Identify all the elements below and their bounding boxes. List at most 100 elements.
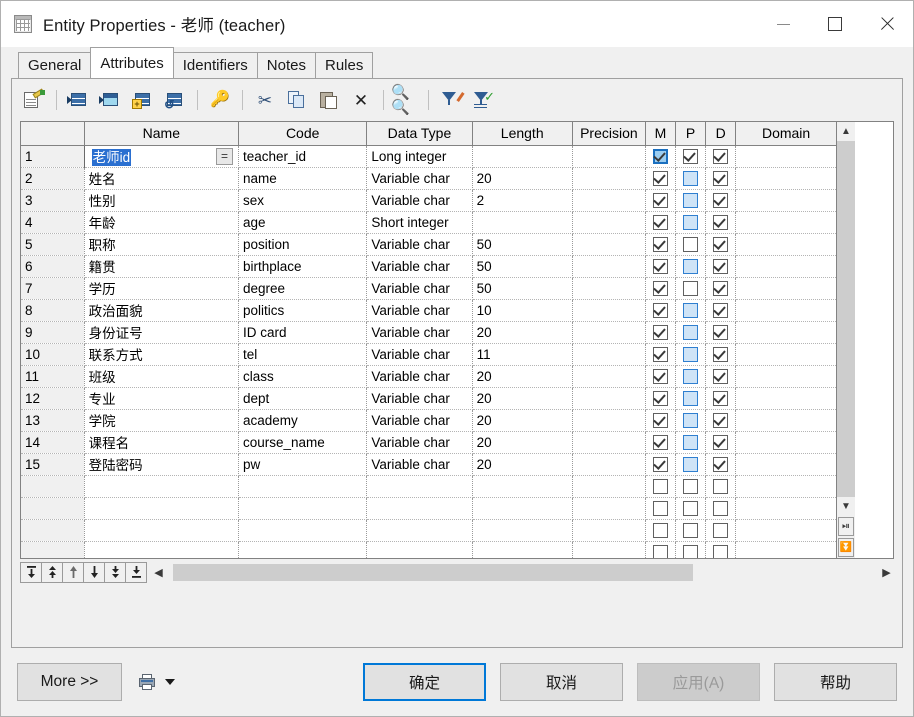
displayed-checkbox[interactable]	[713, 457, 728, 472]
cell-displayed[interactable]	[706, 189, 736, 211]
cell-length[interactable]: 11	[472, 343, 572, 365]
help-button[interactable]: 帮助	[774, 663, 897, 701]
cell-primary[interactable]	[676, 189, 706, 211]
table-row[interactable]: 6籍贯birthplaceVariable char50	[21, 255, 836, 277]
tab-general[interactable]: General	[18, 52, 91, 78]
cell-name[interactable]	[84, 541, 238, 559]
displayed-checkbox[interactable]	[713, 479, 728, 494]
cell-precision[interactable]	[572, 453, 645, 475]
cell-primary[interactable]	[676, 475, 706, 497]
horizontal-scrollbar[interactable]: ◀ ▶	[151, 563, 894, 582]
vertical-scrollbar[interactable]: ▲ ▼ ⏯ ⏬	[836, 122, 855, 558]
cell-mandatory[interactable]	[645, 277, 675, 299]
mandatory-checkbox[interactable]	[653, 501, 668, 516]
table-row[interactable]: 14课程名course_nameVariable char20	[21, 431, 836, 453]
cell-mandatory[interactable]	[645, 409, 675, 431]
cell-displayed[interactable]	[706, 277, 736, 299]
cell-mandatory[interactable]	[645, 211, 675, 233]
cell-code[interactable]	[239, 541, 367, 559]
cell-name[interactable]: 学院	[84, 409, 238, 431]
cell-datatype[interactable]: Variable char	[367, 431, 472, 453]
cell-datatype[interactable]	[367, 475, 472, 497]
cell-name[interactable]: 班级	[84, 365, 238, 387]
cell-mandatory[interactable]	[645, 233, 675, 255]
delete-button[interactable]: ✕	[346, 85, 376, 115]
displayed-checkbox[interactable]	[713, 325, 728, 340]
mandatory-checkbox[interactable]	[653, 237, 668, 252]
mandatory-checkbox[interactable]	[653, 193, 668, 208]
col-header-displayed[interactable]: D	[706, 122, 736, 145]
cell-mandatory[interactable]	[645, 189, 675, 211]
primary-checkbox[interactable]	[683, 237, 698, 252]
tab-notes[interactable]: Notes	[257, 52, 316, 78]
name-input[interactable]: 老师id	[89, 146, 216, 166]
scroll-right-button[interactable]: ▶	[879, 563, 894, 582]
cell-length[interactable]: 20	[472, 387, 572, 409]
scroll-up-button[interactable]: ▲	[837, 122, 855, 141]
cell-primary[interactable]	[676, 167, 706, 189]
cell-domain[interactable]	[736, 233, 836, 255]
cell-code[interactable]: degree	[239, 277, 367, 299]
cell-displayed[interactable]	[706, 365, 736, 387]
cell-datatype[interactable]	[367, 519, 472, 541]
cell-datatype[interactable]: Variable char	[367, 321, 472, 343]
cell-precision[interactable]	[572, 409, 645, 431]
mandatory-checkbox[interactable]	[653, 303, 668, 318]
cell-precision[interactable]	[572, 475, 645, 497]
cell-primary[interactable]	[676, 519, 706, 541]
cell-domain[interactable]	[736, 431, 836, 453]
table-row[interactable]: 4年龄ageShort integer	[21, 211, 836, 233]
cell-displayed[interactable]	[706, 255, 736, 277]
table-row[interactable]	[21, 541, 836, 559]
cell-precision[interactable]	[572, 387, 645, 409]
cell-name[interactable]: 籍贯	[84, 255, 238, 277]
scroll-to-top-button[interactable]: ⏯	[838, 517, 854, 536]
cell-name[interactable]: 职称	[84, 233, 238, 255]
cell-domain[interactable]	[736, 255, 836, 277]
paste-button[interactable]	[314, 85, 344, 115]
mandatory-checkbox[interactable]	[653, 281, 668, 296]
add-row-button[interactable]	[96, 85, 126, 115]
cell-length[interactable]: 20	[472, 431, 572, 453]
cell-length[interactable]	[472, 497, 572, 519]
table-row[interactable]	[21, 497, 836, 519]
insert-row-button[interactable]	[64, 85, 94, 115]
add-object-button[interactable]: +	[128, 85, 158, 115]
cell-precision[interactable]	[572, 277, 645, 299]
displayed-checkbox[interactable]	[713, 501, 728, 516]
cell-datatype[interactable]	[367, 541, 472, 559]
displayed-checkbox[interactable]	[713, 347, 728, 362]
cell-mandatory[interactable]	[645, 299, 675, 321]
cell-mandatory[interactable]	[645, 541, 675, 559]
cell-displayed[interactable]	[706, 145, 736, 167]
cell-primary[interactable]	[676, 343, 706, 365]
row-header[interactable]: 14	[21, 431, 84, 453]
apply-filter-button[interactable]: ✓	[468, 85, 498, 115]
cell-length[interactable]	[472, 519, 572, 541]
cell-code[interactable]: teacher_id	[239, 145, 367, 167]
cell-name[interactable]: 身份证号	[84, 321, 238, 343]
table-row[interactable]: 15登陆密码pwVariable char20	[21, 453, 836, 475]
displayed-checkbox[interactable]	[713, 303, 728, 318]
cell-domain[interactable]	[736, 387, 836, 409]
displayed-checkbox[interactable]	[713, 545, 728, 559]
row-header[interactable]	[21, 541, 84, 559]
mandatory-checkbox[interactable]	[653, 545, 668, 559]
primary-key-button[interactable]: 🔑	[205, 85, 235, 115]
row-header[interactable]: 3	[21, 189, 84, 211]
cell-datatype[interactable]: Variable char	[367, 365, 472, 387]
cell-mandatory[interactable]	[645, 387, 675, 409]
cell-displayed[interactable]	[706, 211, 736, 233]
cell-displayed[interactable]	[706, 321, 736, 343]
table-row[interactable]: 11班级classVariable char20	[21, 365, 836, 387]
cell-length[interactable]: 20	[472, 321, 572, 343]
mandatory-checkbox[interactable]	[653, 435, 668, 450]
move-up-button[interactable]	[62, 562, 84, 583]
cell-mandatory[interactable]	[645, 255, 675, 277]
cell-primary[interactable]	[676, 453, 706, 475]
cell-code[interactable]: tel	[239, 343, 367, 365]
primary-checkbox[interactable]	[683, 347, 698, 362]
cell-length[interactable]: 50	[472, 277, 572, 299]
table-row[interactable]: 3性别sexVariable char2	[21, 189, 836, 211]
properties-button[interactable]	[19, 85, 49, 115]
